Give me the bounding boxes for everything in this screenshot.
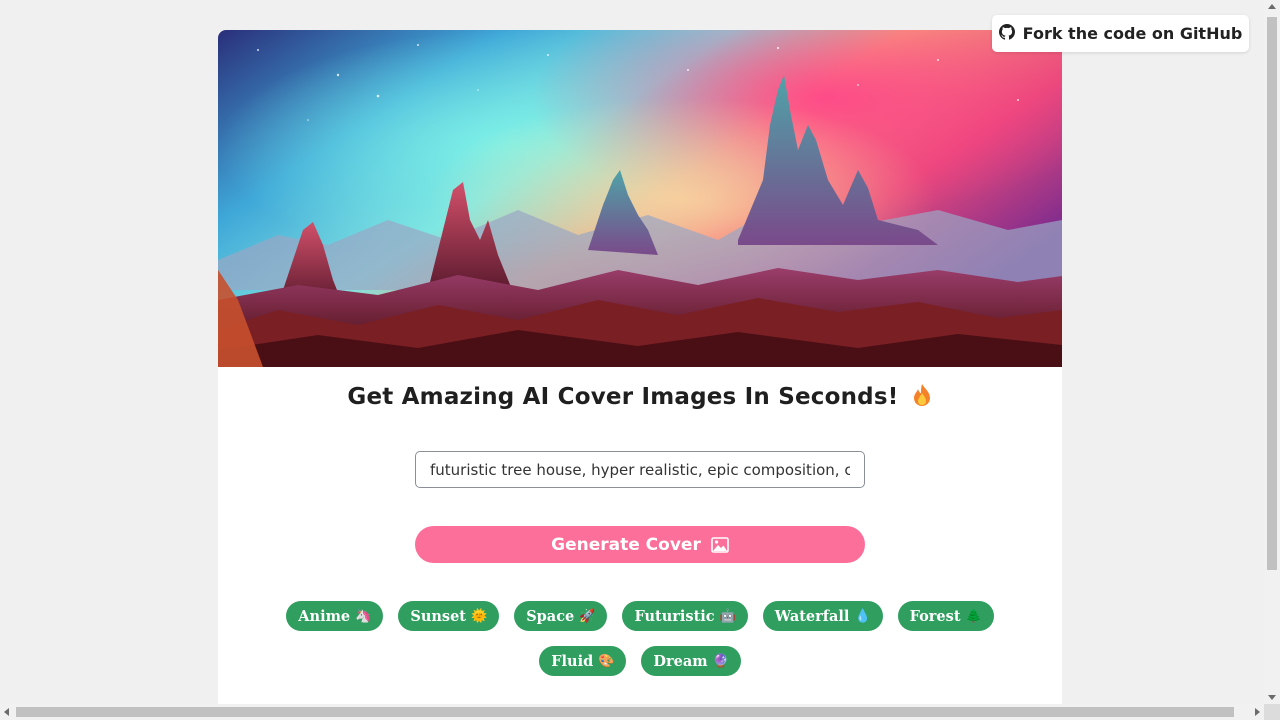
generate-cover-button[interactable]: Generate Cover (415, 526, 865, 563)
scroll-up-arrow-icon[interactable] (1268, 4, 1276, 9)
rocket-icon: 🚀 (579, 608, 596, 624)
page-headline: Get Amazing AI Cover Images In Seconds! (218, 383, 1062, 413)
github-fork-label: Fork the code on GitHub (1022, 24, 1243, 43)
palette-icon: 🎨 (598, 653, 615, 669)
tag-label: Sunset (410, 607, 466, 625)
robot-icon: 🤖 (719, 608, 736, 624)
tag-waterfall[interactable]: Waterfall 💧 (762, 601, 883, 631)
unicorn-icon: 🦄 (355, 608, 372, 624)
tag-sunset[interactable]: Sunset 🌞 (398, 601, 500, 631)
tag-label: Futuristic (634, 607, 715, 625)
hero-landscape-illustration (218, 30, 1062, 367)
tag-label: Forest (909, 607, 961, 625)
github-icon (998, 23, 1015, 44)
generate-cover-label: Generate Cover (551, 534, 701, 555)
tag-space[interactable]: Space 🚀 (514, 601, 608, 631)
tag-forest[interactable]: Forest 🌲 (897, 601, 994, 631)
github-fork-button[interactable]: Fork the code on GitHub (992, 15, 1249, 52)
sun-icon: 🌞 (471, 608, 488, 624)
scroll-left-arrow-icon[interactable] (4, 708, 9, 716)
tag-label: Anime (298, 607, 351, 625)
tag-label: Dream (653, 652, 708, 670)
scroll-down-arrow-icon[interactable] (1268, 695, 1276, 700)
headline-text: Get Amazing AI Cover Images In Seconds! (347, 384, 899, 410)
image-icon (711, 536, 729, 553)
main-card: Get Amazing AI Cover Images In Seconds! … (218, 30, 1062, 706)
prompt-input[interactable] (415, 451, 865, 488)
tag-fluid[interactable]: Fluid 🎨 (539, 646, 627, 676)
horizontal-scroll-thumb[interactable] (16, 707, 1234, 717)
style-tags: Anime 🦄 Sunset 🌞 Space 🚀 Futuristic 🤖 Wa… (248, 601, 1032, 676)
tree-icon: 🌲 (965, 608, 982, 624)
horizontal-scrollbar[interactable] (0, 704, 1264, 720)
tag-dream[interactable]: Dream 🔮 (641, 646, 741, 676)
scroll-right-arrow-icon[interactable] (1255, 708, 1260, 716)
vertical-scroll-thumb[interactable] (1267, 17, 1277, 570)
tag-label: Space (526, 607, 575, 625)
tag-label: Fluid (551, 652, 594, 670)
tag-anime[interactable]: Anime 🦄 (286, 601, 384, 631)
tag-label: Waterfall (774, 607, 850, 625)
vertical-scrollbar[interactable] (1264, 0, 1280, 704)
hero-image (218, 30, 1062, 367)
scrollbar-corner (1264, 704, 1280, 720)
flame-icon (911, 383, 933, 413)
tag-futuristic[interactable]: Futuristic 🤖 (622, 601, 748, 631)
droplet-icon: 💧 (854, 608, 871, 624)
crystal-ball-icon: 🔮 (712, 653, 729, 669)
